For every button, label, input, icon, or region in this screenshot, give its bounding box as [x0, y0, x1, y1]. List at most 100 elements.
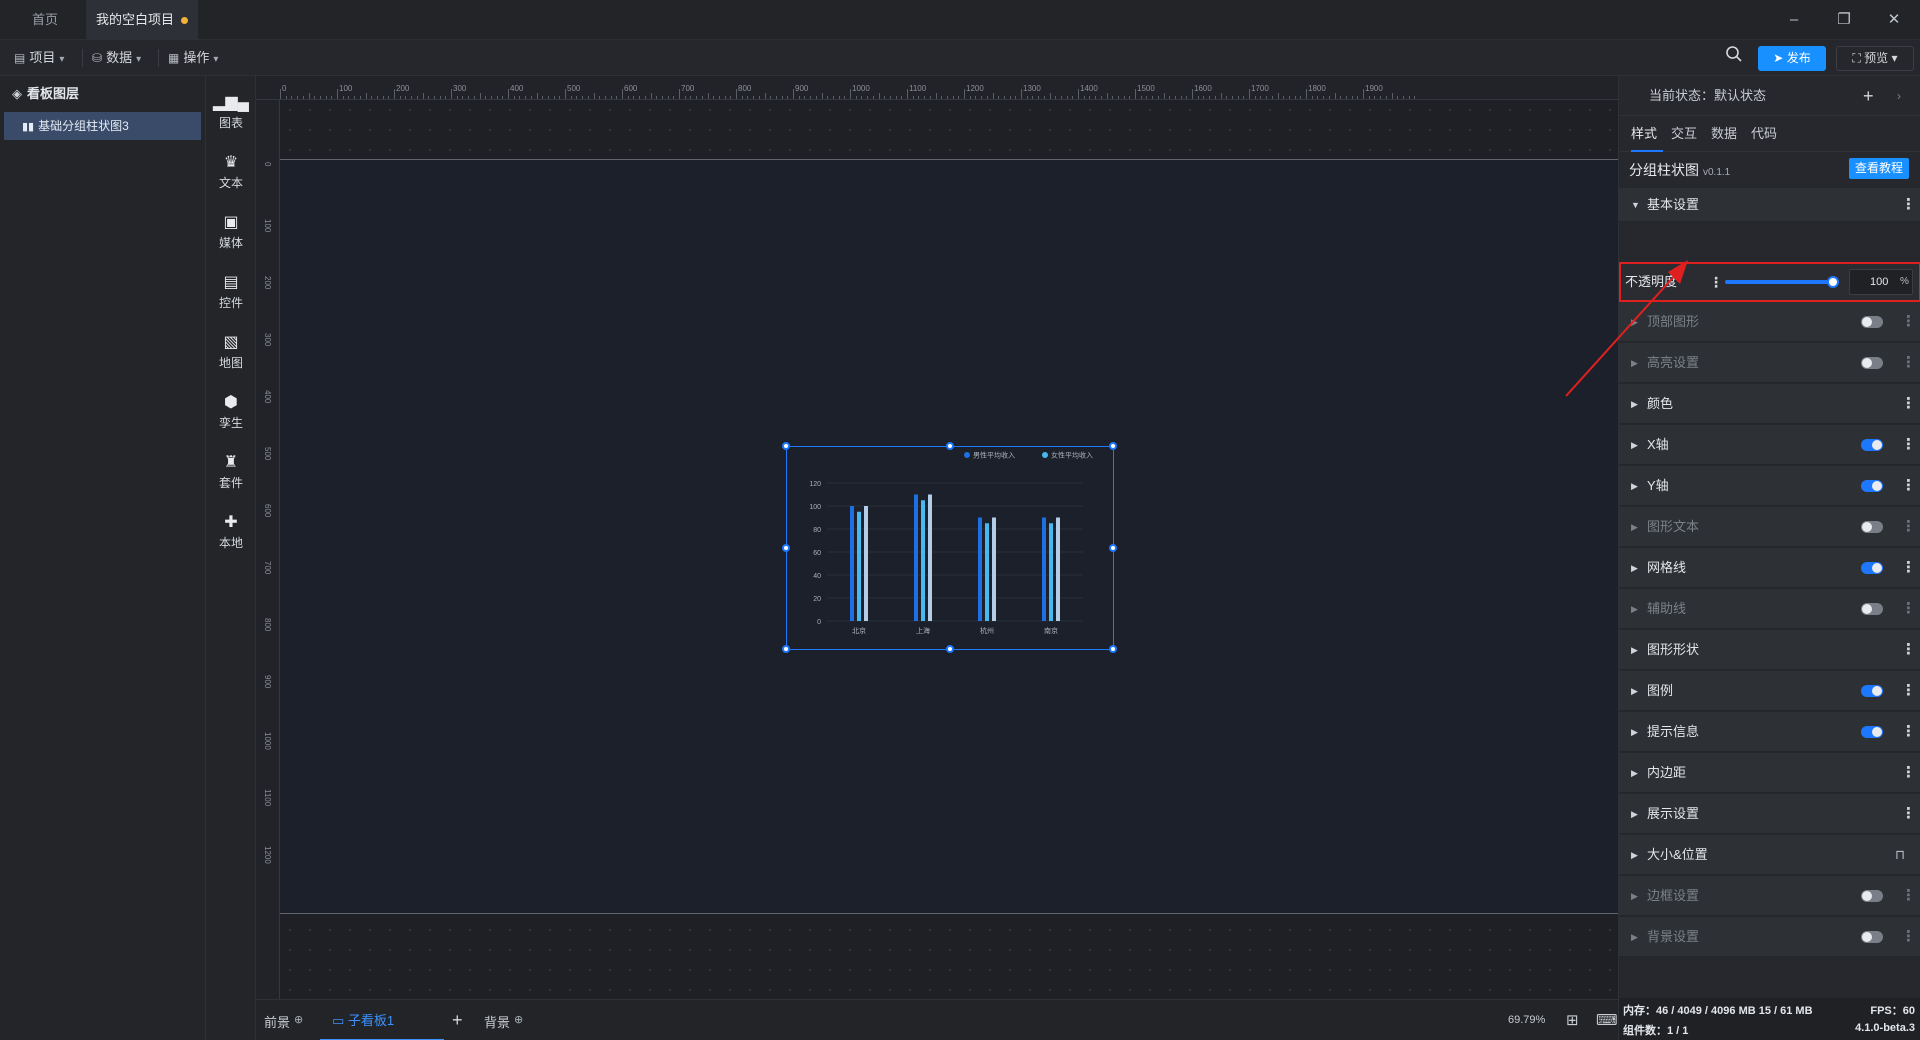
resize-handle-nw[interactable]: [782, 442, 790, 450]
more-vertical-icon[interactable]: ⋮: [1901, 671, 1916, 711]
ruler-vertical[interactable]: 0 100 200 300 400 500 600 700 800 900 1000 1100 1200: [256, 100, 280, 999]
more-vertical-icon[interactable]: ⋮: [1901, 425, 1916, 465]
tool-kit[interactable]: ♜ 套件: [206, 446, 256, 496]
tool-local[interactable]: ✚ 本地: [206, 506, 256, 556]
tool-chart[interactable]: ▂▆▄ 图表: [206, 86, 256, 136]
add-state-icon[interactable]: +: [1863, 76, 1874, 116]
chart-widget[interactable]: 0 20 40 60 80 100 120 北京 上海 杭州 南京 男性平均收入 女性平均收入: [782, 442, 1117, 653]
keyboard-button[interactable]: ⌨: [1596, 1000, 1618, 1040]
tool-map[interactable]: ▧ 地图: [206, 326, 256, 376]
tab-style[interactable]: 样式: [1631, 116, 1663, 152]
more-vertical-icon[interactable]: ⋮: [1901, 712, 1916, 752]
tab-code[interactable]: 代码: [1751, 116, 1777, 152]
tab-interaction[interactable]: 交互: [1671, 116, 1697, 152]
section-item[interactable]: ▶ 高亮设置 ⋮: [1619, 343, 1920, 383]
section-toggle[interactable]: [1861, 890, 1883, 902]
section-item[interactable]: ▶ 大小&位置 ⊓: [1619, 835, 1920, 875]
section-item[interactable]: ▶ 网格线 ⋮: [1619, 548, 1920, 588]
section-item[interactable]: ▶ 图形文本 ⋮: [1619, 507, 1920, 547]
zoom-level[interactable]: 69.79%: [1508, 1000, 1545, 1040]
menu-operation[interactable]: ▦ 操作 ▾: [168, 40, 218, 76]
section-item[interactable]: ▶ 展示设置 ⋮: [1619, 794, 1920, 834]
add-board-button[interactable]: +: [452, 1000, 463, 1040]
fit-screen-button[interactable]: ⊞: [1566, 1000, 1579, 1040]
section-item[interactable]: ▶ 顶部图形 ⋮: [1619, 302, 1920, 342]
tool-label: 图表: [218, 116, 243, 130]
canvas-area[interactable]: 0 100 200 300 400 500 600 700 800 900 1000 1100 1200…: [256, 76, 1618, 999]
section-item[interactable]: ▶ 背景设置 ⋮: [1619, 917, 1920, 957]
tab-subboard[interactable]: ▭ 子看板1: [320, 1000, 444, 1040]
ruler-minor-tick: [604, 96, 606, 99]
more-vertical-icon[interactable]: ⋮: [1901, 876, 1916, 916]
restore-button[interactable]: ❐: [1832, 8, 1856, 32]
ruler-horizontal[interactable]: 0 100 200 300 400 500 600 700 800 900 1000 1100 1200…: [256, 76, 1618, 100]
tab-home[interactable]: 首页: [10, 0, 80, 40]
more-vertical-icon[interactable]: ⋮: [1901, 753, 1916, 793]
section-toggle[interactable]: [1861, 439, 1883, 451]
resize-handle-e[interactable]: [1109, 544, 1117, 552]
layer-item[interactable]: ▮▮ 基础分组柱状图3: [4, 112, 201, 140]
resize-handle-w[interactable]: [782, 544, 790, 552]
section-toggle[interactable]: [1861, 316, 1883, 328]
section-toggle[interactable]: [1861, 603, 1883, 615]
view-tutorial-button[interactable]: 查看教程: [1849, 158, 1909, 179]
more-vertical-icon[interactable]: ⋮: [1901, 507, 1916, 547]
resize-handle-sw[interactable]: [782, 645, 790, 653]
more-vertical-icon[interactable]: ⋮: [1901, 302, 1916, 342]
section-toggle[interactable]: [1861, 480, 1883, 492]
section-toggle[interactable]: [1861, 726, 1883, 738]
state-selector[interactable]: 当前状态：默认状态 + ›: [1619, 76, 1920, 116]
section-item[interactable]: ▶ 辅助线 ⋮: [1619, 589, 1920, 629]
section-toggle[interactable]: [1861, 931, 1883, 943]
publish-button[interactable]: ➤ 发布: [1758, 46, 1826, 71]
tool-control[interactable]: ▤ 控件: [206, 266, 256, 316]
more-vertical-icon[interactable]: ⋮: [1901, 188, 1916, 222]
more-vertical-icon[interactable]: ⋮: [1901, 384, 1916, 424]
resize-handle-n[interactable]: [946, 442, 954, 450]
close-button[interactable]: ✕: [1882, 8, 1906, 32]
more-vertical-icon[interactable]: ⋮: [1709, 264, 1723, 300]
section-item[interactable]: ▶ 图形形状 ⋮: [1619, 630, 1920, 670]
section-item[interactable]: ▶ Y轴 ⋮: [1619, 466, 1920, 506]
resize-handle-s[interactable]: [946, 645, 954, 653]
opacity-slider[interactable]: [1725, 276, 1839, 288]
minimize-button[interactable]: –: [1782, 8, 1806, 32]
tab-project[interactable]: 我的空白项目: [86, 0, 198, 40]
section-toggle[interactable]: [1861, 357, 1883, 369]
more-vertical-icon[interactable]: ⋮: [1901, 548, 1916, 588]
section-toggle[interactable]: [1861, 521, 1883, 533]
menu-project[interactable]: ▤ 项目 ▾: [14, 40, 64, 76]
more-vertical-icon[interactable]: ⋮: [1901, 343, 1916, 383]
opacity-input[interactable]: 100 %: [1849, 269, 1913, 295]
section-item[interactable]: ▶ 提示信息 ⋮: [1619, 712, 1920, 752]
section-toggle[interactable]: [1861, 562, 1883, 574]
resize-handle-se[interactable]: [1109, 645, 1117, 653]
preview-button[interactable]: ⛶ 预览 ▾: [1836, 46, 1914, 71]
menu-data[interactable]: ⛁ 数据 ▾: [92, 40, 141, 76]
chevron-right-icon[interactable]: ›: [1897, 76, 1901, 116]
add-circle-icon[interactable]: ⊕: [294, 1014, 303, 1026]
section-item[interactable]: ▶ X轴 ⋮: [1619, 425, 1920, 465]
tab-background[interactable]: 背景 ⊕: [484, 1000, 523, 1040]
more-vertical-icon[interactable]: ⋮: [1901, 794, 1916, 834]
tab-foreground[interactable]: 前景 ⊕: [264, 1000, 303, 1040]
lock-icon[interactable]: ⊓: [1895, 835, 1905, 875]
section-item[interactable]: ▶ 边框设置 ⋮: [1619, 876, 1920, 916]
section-item[interactable]: ▶ 内边距 ⋮: [1619, 753, 1920, 793]
more-vertical-icon[interactable]: ⋮: [1901, 589, 1916, 629]
search-button[interactable]: [1722, 45, 1746, 69]
more-vertical-icon[interactable]: ⋮: [1901, 630, 1916, 670]
tool-twin[interactable]: ⬢ 孪生: [206, 386, 256, 436]
slider-handle[interactable]: [1827, 276, 1839, 288]
tab-data[interactable]: 数据: [1711, 116, 1737, 152]
tool-text[interactable]: ♛ 文本: [206, 146, 256, 196]
resize-handle-ne[interactable]: [1109, 442, 1117, 450]
section-basic-settings[interactable]: ▼ 基本设置 ⋮: [1619, 188, 1920, 222]
more-vertical-icon[interactable]: ⋮: [1901, 466, 1916, 506]
section-item[interactable]: ▶ 图例 ⋮: [1619, 671, 1920, 711]
section-item[interactable]: ▶ 颜色 ⋮: [1619, 384, 1920, 424]
add-circle-icon[interactable]: ⊕: [514, 1014, 523, 1026]
section-toggle[interactable]: [1861, 685, 1883, 697]
more-vertical-icon[interactable]: ⋮: [1901, 917, 1916, 957]
tool-media[interactable]: ▣ 媒体: [206, 206, 256, 256]
